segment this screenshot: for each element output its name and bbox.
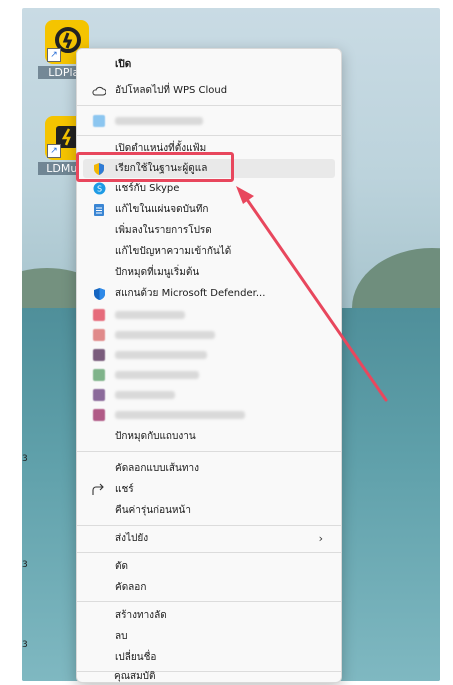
annotation-arrow bbox=[236, 186, 388, 402]
arrow-shaft bbox=[244, 196, 388, 402]
desktop-edge-glyph: 3 bbox=[22, 560, 28, 570]
desktop-edge-glyph: 3 bbox=[22, 640, 28, 650]
desktop-edge-glyph: 3 bbox=[22, 454, 28, 464]
arrow-head bbox=[236, 186, 254, 204]
